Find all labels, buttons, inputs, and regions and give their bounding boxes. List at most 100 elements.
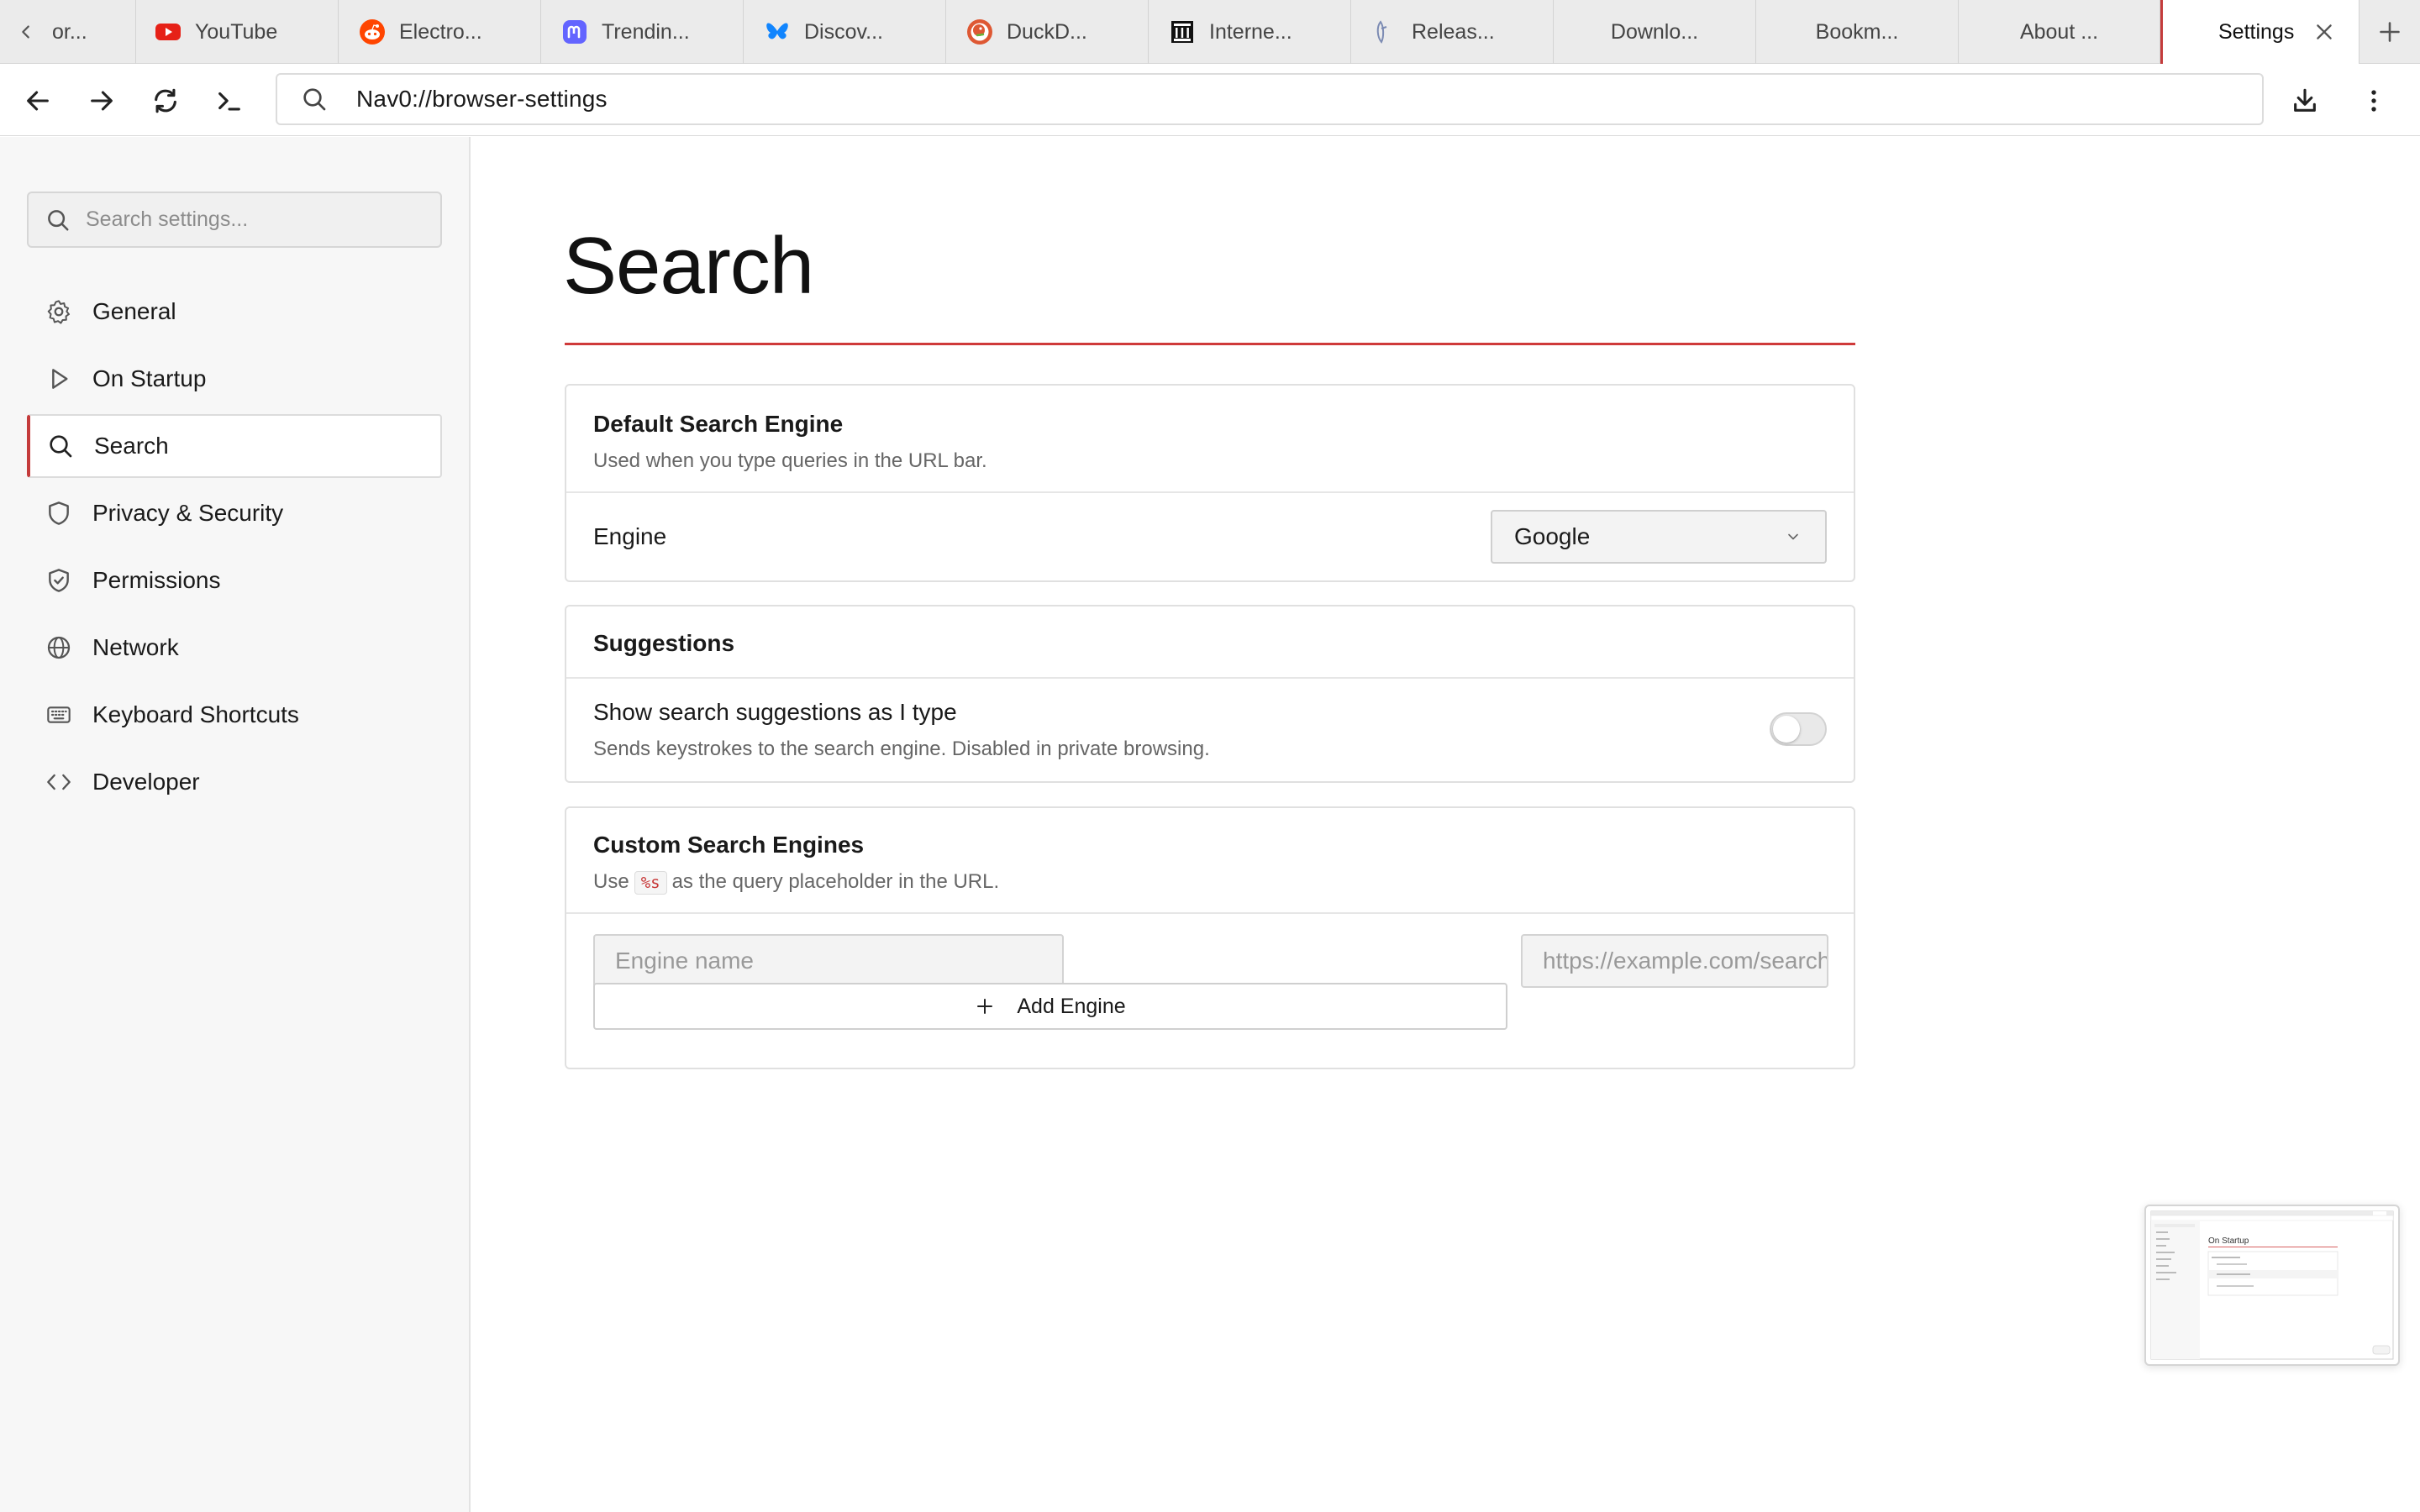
preview-image: On Startup bbox=[2150, 1210, 2394, 1360]
engine-name-input[interactable]: Engine name bbox=[593, 934, 1064, 988]
tab-title: Interne... bbox=[1209, 19, 1292, 44]
sidebar-item-search[interactable]: Search bbox=[27, 414, 442, 478]
sidebar-item-privacy-security[interactable]: Privacy & Security bbox=[27, 481, 442, 545]
add-engine-button[interactable]: Add Engine bbox=[593, 983, 1507, 1030]
console-button[interactable] bbox=[210, 81, 249, 120]
url-text[interactable]: Nav0://browser-settings bbox=[356, 86, 608, 113]
tab-title: Bookm... bbox=[1815, 19, 1899, 44]
tab-title: Discov... bbox=[804, 19, 883, 44]
bluesky-icon bbox=[766, 23, 788, 39]
chevron-down-icon bbox=[1788, 533, 1798, 540]
sidebar-item-label: Privacy & Security bbox=[92, 500, 284, 526]
chevron-left-icon[interactable] bbox=[17, 23, 35, 41]
more-vertical-icon bbox=[2371, 90, 2376, 112]
tab-title: Downlo... bbox=[1610, 19, 1699, 44]
url-bar[interactable]: Nav0://browser-settings bbox=[276, 73, 2264, 125]
search-icon bbox=[303, 88, 326, 111]
card-header: Suggestions bbox=[566, 606, 1854, 679]
plus-icon bbox=[2380, 22, 2400, 42]
suggestions-toggle[interactable] bbox=[1770, 712, 1827, 746]
tab-downloads[interactable]: Downlo... bbox=[1554, 0, 1756, 64]
tab-title: Releas... bbox=[1412, 19, 1495, 44]
reddit-icon bbox=[360, 19, 385, 45]
tab-title: Settings bbox=[2218, 19, 2295, 44]
sidebar-item-label: Network bbox=[92, 634, 179, 660]
sidebar-item-label: On Startup bbox=[92, 365, 207, 391]
card-header: Custom Search Engines Use %s as the query … bbox=[566, 808, 1854, 914]
page-preview-thumbnail[interactable]: On Startup bbox=[2144, 1205, 2400, 1366]
card-title: Default Search Engine bbox=[593, 411, 844, 437]
mastodon-icon bbox=[563, 20, 587, 44]
card-header: Default Search Engine Used when you type… bbox=[566, 386, 1854, 493]
tab-bookmarks[interactable]: Bookm... bbox=[1756, 0, 1959, 64]
desc-suffix: as the query placeholder in the URL. bbox=[671, 870, 1000, 893]
settings-search[interactable] bbox=[27, 192, 442, 248]
card-title: Custom Search Engines bbox=[593, 832, 865, 858]
back-button[interactable] bbox=[18, 81, 57, 120]
tab-settings[interactable]: Settings bbox=[2160, 0, 2359, 64]
engine-row: Engine Google bbox=[566, 493, 1854, 580]
terminal-icon bbox=[218, 92, 240, 111]
engine-name-placeholder: Engine name bbox=[615, 948, 755, 974]
tab-partial[interactable]: or... bbox=[0, 0, 136, 64]
card-description: Used when you type queries in the URL ba… bbox=[593, 449, 987, 472]
preview-heading: On Startup bbox=[2208, 1236, 2249, 1246]
menu-button[interactable] bbox=[2354, 81, 2393, 120]
tab-mastodon[interactable]: Trendin... bbox=[541, 0, 744, 64]
sidebar-item-label: Developer bbox=[92, 769, 200, 795]
card-title: Suggestions bbox=[593, 630, 735, 656]
new-tab-button[interactable] bbox=[2359, 0, 2420, 64]
sidebar-item-label: General bbox=[92, 298, 176, 324]
title-divider bbox=[565, 343, 1855, 345]
tab-title: About ... bbox=[2019, 19, 2099, 44]
custom-search-engines-card: Custom Search Engines Use %s as the query … bbox=[565, 806, 1855, 1069]
page-title: Search bbox=[563, 221, 814, 311]
add-engine-label: Add Engine bbox=[1017, 994, 1126, 1018]
sidebar-item-keyboard-shortcuts[interactable]: Keyboard Shortcuts bbox=[27, 683, 442, 747]
tab-duckduckgo[interactable]: DuckD... bbox=[946, 0, 1149, 64]
globe-icon bbox=[47, 636, 71, 659]
close-icon[interactable] bbox=[2313, 21, 2335, 43]
forward-button[interactable] bbox=[82, 81, 121, 120]
toggle-knob bbox=[1773, 716, 1800, 743]
settings-search-input[interactable] bbox=[86, 207, 422, 232]
arrow-left-icon bbox=[27, 91, 49, 111]
tab-title: YouTube bbox=[195, 19, 278, 44]
tab-title: Electro... bbox=[399, 19, 482, 44]
tab-strip: or... YouTube Electro... Trendin... Disc… bbox=[0, 0, 2420, 64]
release-icon bbox=[1376, 20, 1387, 44]
sidebar-item-permissions[interactable]: Permissions bbox=[27, 549, 442, 612]
search-icon bbox=[50, 435, 72, 458]
tab-internet-archive[interactable]: Interne... bbox=[1149, 0, 1351, 64]
desc-prefix: Use bbox=[593, 870, 629, 893]
gear-icon bbox=[47, 300, 70, 324]
downloads-button[interactable] bbox=[2286, 81, 2324, 120]
sidebar-item-network[interactable]: Network bbox=[27, 616, 442, 680]
sidebar-item-developer[interactable]: Developer bbox=[27, 750, 442, 814]
shield-icon bbox=[49, 501, 69, 525]
sidebar-item-label: Permissions bbox=[92, 567, 221, 593]
sidebar-item-label: Search bbox=[94, 433, 169, 459]
engine-label: Engine bbox=[593, 523, 667, 549]
tab-about[interactable]: About ... bbox=[1959, 0, 2160, 64]
engine-select[interactable]: Google bbox=[1491, 510, 1827, 564]
card-description: Use %s as the query placeholder in the URL… bbox=[593, 870, 1827, 895]
tab-title: DuckD... bbox=[1007, 19, 1087, 44]
engine-url-input[interactable]: https://example.com/search?q=%s bbox=[1521, 934, 1828, 988]
suggestions-toggle-description: Sends keystrokes to the search engine. D… bbox=[593, 738, 1210, 760]
reload-icon bbox=[155, 88, 176, 113]
suggestions-card: Suggestions Show search suggestions as I… bbox=[565, 605, 1855, 783]
sidebar-item-general[interactable]: General bbox=[27, 280, 442, 344]
tab-reddit[interactable]: Electro... bbox=[339, 0, 541, 64]
search-icon bbox=[48, 209, 69, 230]
tab-youtube[interactable]: YouTube bbox=[136, 0, 339, 64]
internet-archive-icon bbox=[1171, 21, 1193, 43]
tab-bluesky[interactable]: Discov... bbox=[744, 0, 946, 64]
plus-icon bbox=[977, 999, 993, 1014]
code-icon bbox=[47, 774, 71, 790]
sidebar-item-on-startup[interactable]: On Startup bbox=[27, 347, 442, 411]
tab-releases[interactable]: Releas... bbox=[1351, 0, 1554, 64]
tab-title: Trendin... bbox=[602, 19, 690, 44]
engine-url-placeholder: https://example.com/search?q=%s bbox=[1543, 948, 1827, 974]
reload-button[interactable] bbox=[146, 81, 185, 120]
